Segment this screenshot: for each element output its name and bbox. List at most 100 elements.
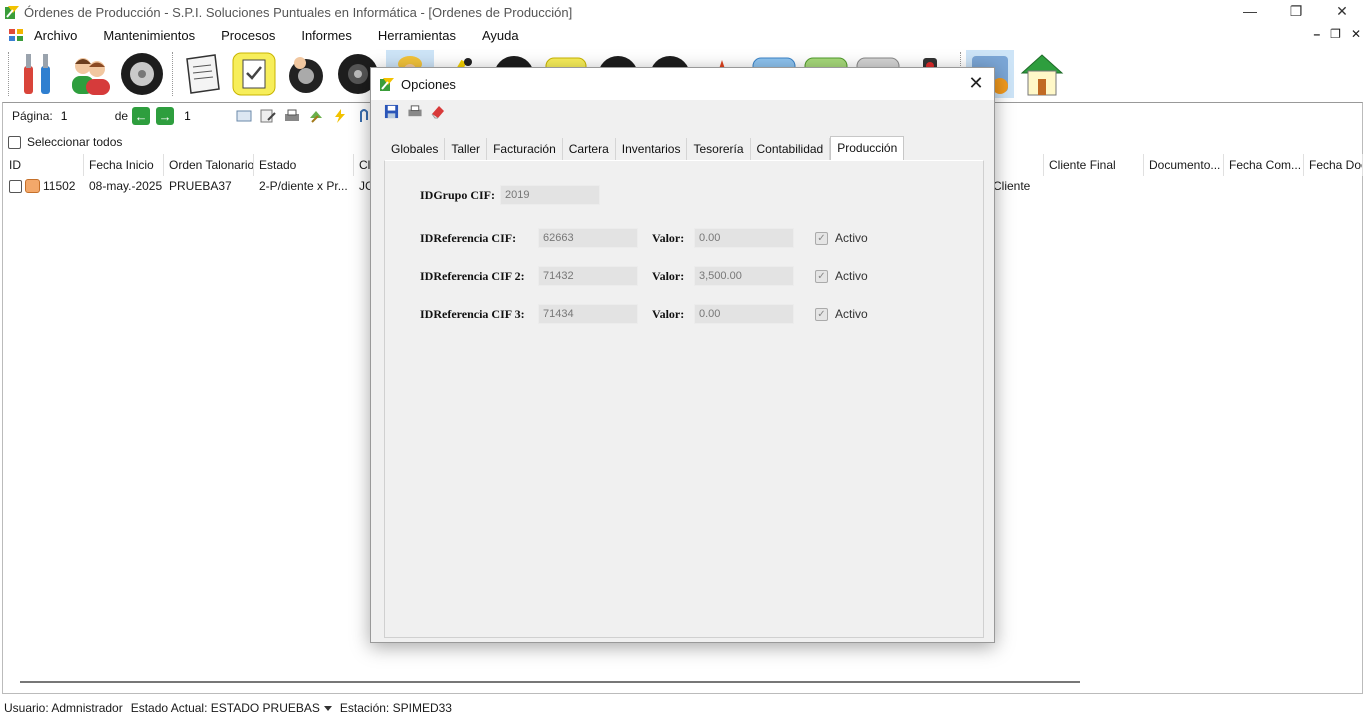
tool-usuarios-button[interactable] xyxy=(66,50,114,98)
menu-mantenimientos[interactable]: Mantenimientos xyxy=(103,28,195,43)
status-estado: Estado Actual: ESTADO PRUEBAS xyxy=(130,701,320,715)
dialog-print-button[interactable] xyxy=(406,103,423,120)
activo-3-label: Activo xyxy=(835,307,868,321)
col-fecha-doc-header[interactable]: Fecha Doc... xyxy=(1304,154,1363,176)
window-title: Órdenes de Producción - S.P.I. Solucione… xyxy=(24,4,573,20)
horizontal-scrollbar[interactable] xyxy=(20,681,1080,683)
document-icon xyxy=(186,54,220,94)
minimize-button[interactable]: — xyxy=(1227,0,1273,22)
dialog-clear-button[interactable] xyxy=(429,103,446,120)
col-fecha-com-header[interactable]: Fecha Com... xyxy=(1224,154,1304,176)
valor-3-field[interactable]: 0.00 xyxy=(694,304,794,324)
nav-print-button[interactable] xyxy=(282,106,302,126)
edit-icon xyxy=(260,109,276,123)
mdi-minimize-button[interactable]: – xyxy=(1313,27,1320,41)
page-nav-bar: Página: de ← → xyxy=(4,104,374,128)
cell-fecha-inicio: 08-may.-2025 xyxy=(89,179,163,193)
tab-contabilidad[interactable]: Contabilidad xyxy=(751,138,831,160)
home-icon xyxy=(1020,54,1064,96)
toolbar-separator xyxy=(172,52,174,96)
ref-cif-3-field[interactable]: 71434 xyxy=(538,304,638,324)
dialog-title: Opciones xyxy=(401,76,456,92)
nav-refresh-button[interactable] xyxy=(306,106,326,126)
col-cliente-final-header[interactable]: Cliente Final xyxy=(1044,154,1144,176)
col-fecha-inicio-header[interactable]: Fecha Inicio xyxy=(84,154,164,176)
save-icon xyxy=(384,104,399,119)
menu-herramientas[interactable]: Herramientas xyxy=(378,28,456,43)
dialog-save-button[interactable] xyxy=(383,103,400,120)
estado-dropdown-icon[interactable] xyxy=(323,705,332,711)
print-icon xyxy=(407,105,422,117)
activo-1-checkbox[interactable]: ✓ xyxy=(815,231,828,245)
mdi-child-icon[interactable] xyxy=(8,27,24,43)
row-checkbox[interactable] xyxy=(9,179,22,193)
tool-llantas-button[interactable] xyxy=(118,50,166,98)
activo-2-label: Activo xyxy=(835,269,868,283)
activo-2-toggle[interactable]: ✓ Activo xyxy=(815,269,868,283)
activo-3-toggle[interactable]: ✓ Activo xyxy=(815,307,868,321)
tab-taller[interactable]: Taller xyxy=(445,138,488,160)
dialog-close-button[interactable]: ✕ xyxy=(966,73,986,93)
opciones-dialog: Opciones ✕ Globales Taller Facturación C… xyxy=(370,67,995,643)
menu-informes[interactable]: Informes xyxy=(301,28,352,43)
tool-inicio-button[interactable] xyxy=(1018,50,1066,98)
tab-cartera[interactable]: Cartera xyxy=(563,138,616,160)
total-pages-field xyxy=(180,106,231,126)
nav-edit-button[interactable] xyxy=(258,106,278,126)
grupo-cif-field[interactable]: 2019 xyxy=(500,185,600,205)
menu-archivo[interactable]: Archivo xyxy=(34,28,77,43)
grupo-cif-label: IDGrupo CIF: xyxy=(420,188,496,202)
tab-inventarios[interactable]: Inventarios xyxy=(616,138,688,160)
col-estado-header[interactable]: Estado xyxy=(254,154,354,176)
col-documento-header[interactable]: Documento... xyxy=(1144,154,1224,176)
app-logo-icon xyxy=(380,78,394,91)
activo-3-checkbox[interactable]: ✓ xyxy=(815,307,828,321)
app-logo-icon xyxy=(5,6,19,19)
col-id-header[interactable]: ID xyxy=(4,154,84,176)
ref-cif-3-label: IDReferencia CIF 3: xyxy=(420,307,525,321)
status-usuario: Usuario: Admnistrador xyxy=(4,701,123,715)
nav-new-button[interactable] xyxy=(234,106,254,126)
page-label: Página: xyxy=(12,109,53,123)
worker-icon xyxy=(289,57,323,93)
menu-ayuda[interactable]: Ayuda xyxy=(482,28,519,43)
tool-ordenes-button[interactable] xyxy=(230,50,278,98)
valor-1-field[interactable]: 0.00 xyxy=(694,228,794,248)
ref-cif-1-label: IDReferencia CIF: xyxy=(420,231,517,245)
nav-lightning-button[interactable] xyxy=(330,106,350,126)
ref-cif-1-field[interactable]: 62663 xyxy=(538,228,638,248)
tab-globales[interactable]: Globales xyxy=(385,138,446,160)
close-button[interactable]: ✕ xyxy=(1319,0,1365,22)
menu-procesos[interactable]: Procesos xyxy=(221,28,275,43)
tool-mantenimiento-button[interactable] xyxy=(14,50,62,98)
cell-cliente-tail: Cliente xyxy=(993,179,1031,193)
select-all-checkbox[interactable] xyxy=(8,135,21,149)
of-label: de xyxy=(114,109,129,123)
mdi-close-button[interactable]: ✕ xyxy=(1351,27,1361,41)
mdi-restore-button[interactable]: ❐ xyxy=(1330,27,1341,41)
toolbar-grip xyxy=(8,52,10,96)
col-orden-talonario-header[interactable]: Orden Talonario xyxy=(164,154,254,176)
tool-documentos-button[interactable] xyxy=(178,50,226,98)
tab-tesoreria[interactable]: Tesorería xyxy=(687,138,751,160)
tools-icon xyxy=(24,54,50,94)
tool-reencauche-button[interactable] xyxy=(282,50,330,98)
ref-cif-2-field[interactable]: 71432 xyxy=(538,266,638,286)
cell-id: 11502 xyxy=(4,176,84,196)
activo-2-checkbox[interactable]: ✓ xyxy=(815,269,828,283)
activo-1-toggle[interactable]: ✓ Activo xyxy=(815,231,868,245)
print-icon xyxy=(285,109,300,121)
tab-facturacion[interactable]: Facturación xyxy=(487,138,563,160)
status-bar: Usuario: Admnistrador Estado Actual: EST… xyxy=(0,700,1365,716)
row-status-icon xyxy=(25,179,40,193)
valor-2-field[interactable]: 3,500.00 xyxy=(694,266,794,286)
next-page-button[interactable]: → xyxy=(156,107,175,125)
tab-produccion[interactable]: Producción xyxy=(830,136,905,160)
eraser-icon xyxy=(431,105,444,118)
form-icon xyxy=(236,110,252,122)
page-input[interactable] xyxy=(56,106,107,126)
restore-button[interactable]: ❐ xyxy=(1273,0,1319,22)
cell-estado: 2-P/diente x Pr... xyxy=(259,179,348,193)
prev-page-button[interactable]: ← xyxy=(132,107,151,125)
checklist-icon xyxy=(232,52,276,96)
